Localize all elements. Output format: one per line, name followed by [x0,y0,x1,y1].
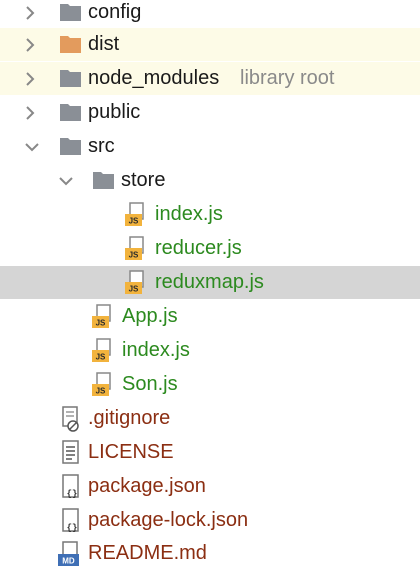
js-file-icon: JS [92,303,114,330]
chevron-right-icon[interactable] [22,5,38,21]
text-file-icon [60,439,82,466]
chevron-down-icon[interactable] [24,139,40,155]
tree-item-src-index-js[interactable]: JS index.js [0,334,420,367]
js-file-icon: JS [125,235,147,262]
js-file-icon: JS [92,337,114,364]
js-file-icon: JS [125,269,147,296]
markdown-file-icon: MD [58,540,80,567]
tree-item-readme-md[interactable]: MD README.md [0,537,420,570]
project-tree: config dist node_modules library root pu… [0,0,420,569]
tree-item-label: node_modules [88,67,220,89]
tree-item-store[interactable]: store [0,164,420,197]
tree-item-reducer-js[interactable]: JS reducer.js [0,232,420,265]
folder-icon [60,4,81,21]
folder-icon [60,104,81,121]
folder-icon [60,138,81,155]
tree-item-label: src [88,135,115,157]
json-file-icon: {} [60,473,82,500]
chevron-right-icon[interactable] [22,105,38,121]
tree-item-config[interactable]: config [0,0,420,29]
tree-item-license[interactable]: LICENSE [0,436,420,469]
tree-item-son-js[interactable]: JS Son.js [0,368,420,401]
ignore-file-icon [60,405,82,432]
tree-item-label: reducer.js [155,237,242,259]
svg-text:JS: JS [129,284,139,293]
tree-item-label: index.js [122,339,190,361]
tree-item-node-modules[interactable]: node_modules library root [0,62,420,95]
tree-item-label: package-lock.json [88,509,249,531]
json-file-icon: {} [60,507,82,534]
tree-item-label: public [88,101,141,123]
tree-item-package-lock-json[interactable]: {} package-lock.json [0,504,420,537]
tree-item-app-js[interactable]: JS App.js [0,300,420,333]
chevron-right-icon[interactable] [22,71,38,87]
tree-item-label: store [121,169,166,191]
tree-item-label: .gitignore [88,407,171,429]
svg-text:JS: JS [96,352,106,361]
svg-text:MD: MD [62,556,75,565]
tree-item-label: App.js [122,305,178,327]
tree-item-label: dist [88,33,120,55]
library-root-hint: library root [240,67,335,89]
tree-item-src[interactable]: src [0,130,420,163]
svg-text:JS: JS [96,318,106,327]
tree-item-gitignore[interactable]: .gitignore [0,402,420,435]
tree-item-label: README.md [88,542,207,564]
tree-item-label: config [88,1,142,23]
tree-item-store-index-js[interactable]: JS index.js [0,198,420,231]
js-file-icon: JS [92,371,114,398]
chevron-down-icon[interactable] [58,173,74,189]
tree-item-label: package.json [88,475,206,497]
svg-text:JS: JS [129,216,139,225]
tree-item-dist[interactable]: dist [0,28,420,61]
tree-item-label: reduxmap.js [155,271,264,293]
tree-item-label: index.js [155,203,223,225]
svg-text:{}: {} [67,523,78,533]
tree-item-reduxmap-js[interactable]: JS reduxmap.js [0,266,420,299]
chevron-right-icon[interactable] [22,37,38,53]
svg-text:{}: {} [67,489,78,499]
js-file-icon: JS [125,201,147,228]
folder-icon [93,172,114,189]
excluded-folder-icon [60,36,81,53]
tree-item-package-json[interactable]: {} package.json [0,470,420,503]
tree-item-label: LICENSE [88,441,174,463]
tree-item-public[interactable]: public [0,96,420,129]
svg-text:JS: JS [96,386,106,395]
tree-item-label: Son.js [122,373,178,395]
svg-text:JS: JS [129,250,139,259]
folder-icon [60,70,81,87]
